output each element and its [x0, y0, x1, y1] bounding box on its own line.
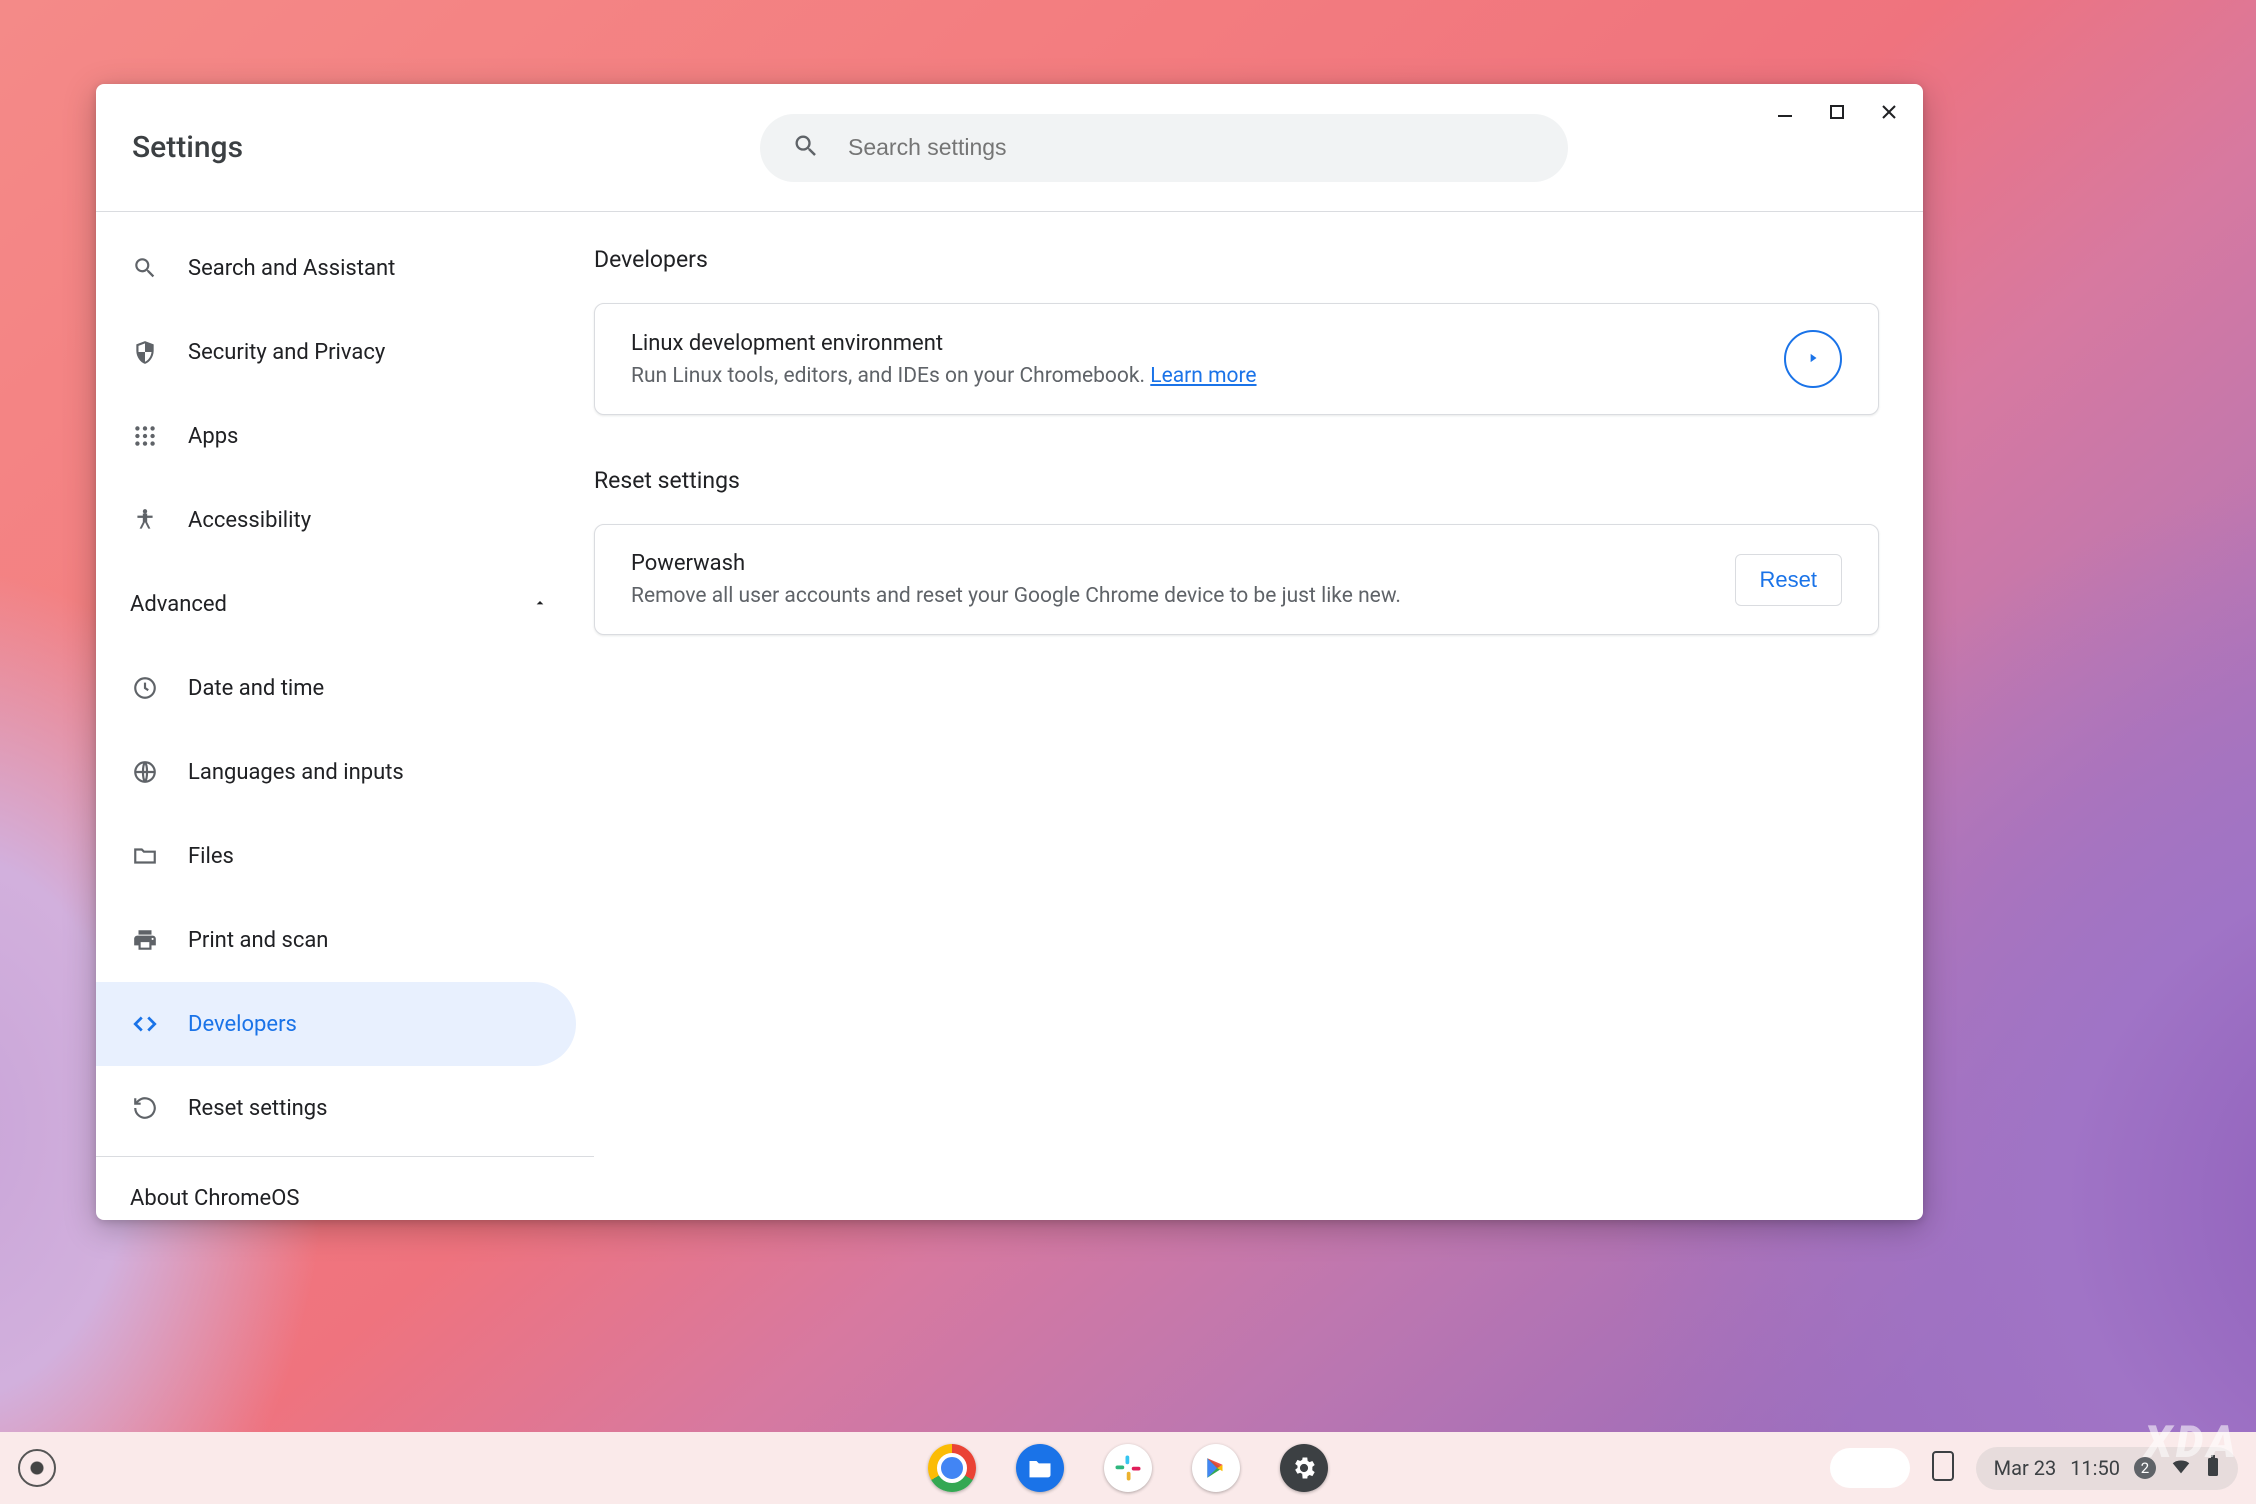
search-icon [130, 253, 160, 283]
settings-sidebar: Search and Assistant Security and Privac… [96, 212, 594, 1220]
search-icon [792, 132, 820, 164]
sidebar-item-label: About ChromeOS [130, 1186, 299, 1211]
linux-subtitle-text: Run Linux tools, editors, and IDEs on yo… [631, 364, 1150, 388]
sidebar-item-label: Date and time [188, 676, 324, 701]
phone-hub-icon[interactable] [1932, 1451, 1954, 1485]
sidebar-item-label: Search and Assistant [188, 256, 395, 281]
powerwash-title: Powerwash [631, 551, 1401, 576]
maximize-button[interactable] [1823, 98, 1851, 126]
settings-title: Settings [132, 130, 760, 165]
linux-expand-button[interactable] [1784, 330, 1842, 388]
sidebar-item-print[interactable]: Print and scan [96, 898, 576, 982]
accessibility-icon [130, 505, 160, 535]
play-store-app-icon[interactable] [1192, 1444, 1240, 1492]
shelf: Mar 23 11:50 2 [0, 1432, 2256, 1504]
search-settings-field[interactable] [760, 114, 1568, 182]
sidebar-item-search-assistant[interactable]: Search and Assistant [96, 226, 576, 310]
minimize-button[interactable] [1771, 98, 1799, 126]
chrome-app-icon[interactable] [928, 1444, 976, 1492]
powerwash-reset-button[interactable]: Reset [1735, 554, 1842, 606]
sidebar-item-label: Print and scan [188, 928, 328, 953]
shelf-pinned-apps [928, 1444, 1328, 1492]
sidebar-item-about-chromeos[interactable]: About ChromeOS [96, 1156, 594, 1220]
sidebar-item-label: Security and Privacy [188, 340, 385, 365]
sidebar-item-developers[interactable]: Developers [96, 982, 576, 1066]
clock-icon [130, 673, 160, 703]
tray-pen-pill[interactable] [1830, 1448, 1910, 1488]
sidebar-item-label: Reset settings [188, 1096, 328, 1121]
sidebar-item-label: Developers [188, 1012, 297, 1037]
sidebar-item-label: Accessibility [188, 508, 311, 533]
files-app-icon[interactable] [1016, 1444, 1064, 1492]
search-settings-input[interactable] [848, 134, 1536, 161]
chevron-up-icon [532, 592, 548, 617]
settings-window: Settings Search and Assistant Security a… [96, 84, 1923, 1220]
sidebar-item-label: Files [188, 844, 234, 869]
wifi-icon [2170, 1455, 2192, 1482]
slack-app-icon[interactable] [1104, 1444, 1152, 1492]
status-pill[interactable]: Mar 23 11:50 2 [1976, 1447, 2238, 1490]
tray-time: 11:50 [2070, 1456, 2120, 1480]
chevron-right-icon [1806, 350, 1820, 369]
folder-icon [130, 841, 160, 871]
developers-heading: Developers [594, 246, 1879, 273]
battery-icon [2206, 1455, 2220, 1482]
sidebar-item-label: Languages and inputs [188, 760, 404, 785]
linux-dev-env-card[interactable]: Linux development environment Run Linux … [594, 303, 1879, 415]
sidebar-advanced-toggle[interactable]: Advanced [96, 562, 594, 646]
sidebar-item-apps[interactable]: Apps [96, 394, 576, 478]
system-tray[interactable]: Mar 23 11:50 2 [1830, 1447, 2238, 1490]
shield-icon [130, 337, 160, 367]
desktop-wallpaper: Settings Search and Assistant Security a… [0, 0, 2256, 1504]
sidebar-item-security-privacy[interactable]: Security and Privacy [96, 310, 576, 394]
code-icon [130, 1009, 160, 1039]
linux-card-subtitle: Run Linux tools, editors, and IDEs on yo… [631, 364, 1257, 388]
linux-card-title: Linux development environment [631, 331, 1257, 356]
printer-icon [130, 925, 160, 955]
notification-badge: 2 [2134, 1457, 2156, 1479]
settings-main-content: Developers Linux development environment… [594, 212, 1923, 1220]
settings-body: Search and Assistant Security and Privac… [96, 212, 1923, 1220]
sidebar-item-date-time[interactable]: Date and time [96, 646, 576, 730]
apps-grid-icon [130, 421, 160, 451]
launcher-button[interactable] [18, 1449, 56, 1487]
reset-settings-heading: Reset settings [594, 467, 1879, 494]
powerwash-subtitle: Remove all user accounts and reset your … [631, 584, 1401, 608]
sidebar-item-reset-settings[interactable]: Reset settings [96, 1066, 576, 1150]
advanced-label: Advanced [130, 592, 227, 617]
settings-header: Settings [96, 84, 1923, 212]
tray-date: Mar 23 [1994, 1456, 2057, 1480]
settings-app-icon[interactable] [1280, 1444, 1328, 1492]
powerwash-card: Powerwash Remove all user accounts and r… [594, 524, 1879, 635]
globe-icon [130, 757, 160, 787]
sidebar-item-files[interactable]: Files [96, 814, 576, 898]
sidebar-item-languages[interactable]: Languages and inputs [96, 730, 576, 814]
learn-more-link[interactable]: Learn more [1150, 364, 1256, 388]
close-button[interactable] [1875, 98, 1903, 126]
reset-icon [130, 1093, 160, 1123]
sidebar-item-accessibility[interactable]: Accessibility [96, 478, 576, 562]
sidebar-item-label: Apps [188, 424, 238, 449]
window-controls [1771, 98, 1903, 126]
